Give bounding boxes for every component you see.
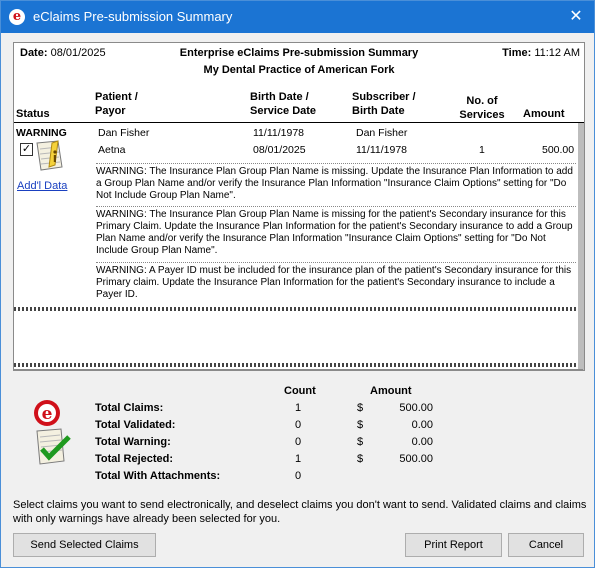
claim-warning-3: WARNING: A Payer ID must be included for… (96, 262, 576, 301)
claim-amount: 500.00 (542, 144, 575, 156)
total-validated-count: 0 (294, 419, 302, 431)
total-claims-amount: 500.00 (399, 402, 433, 414)
claim-warning-1: WARNING: The Insurance Plan Group Plan N… (96, 163, 576, 202)
addl-data-link[interactable]: Add'l Data (17, 180, 67, 192)
col-patient: Patient / Payor (95, 91, 138, 117)
claim-payor: Aetna (98, 144, 126, 156)
report-title: Enterprise eClaims Pre-submission Summar… (179, 47, 419, 59)
send-selected-claims-button[interactable]: Send Selected Claims (13, 533, 156, 557)
report-panel: Date: 08/01/2025 Time: 11:12 AM Enterpri… (13, 42, 585, 371)
practice-name: My Dental Practice of American Fork (203, 64, 395, 76)
total-warning-label: Total Warning: (95, 436, 171, 448)
eclaims-logo-icon: e (34, 400, 71, 465)
close-icon[interactable]: ✕ (562, 3, 590, 31)
total-warning-amount: 0.00 (411, 436, 433, 448)
header-divider (14, 122, 584, 123)
instructions-text: Select claims you want to send electroni… (13, 499, 587, 525)
total-attachments-label: Total With Attachments: (95, 470, 221, 482)
claim-birth-date: 11/11/1978 (253, 127, 304, 139)
total-warning-dollar: $ (357, 436, 364, 448)
claim-subscriber-birth: 11/11/1978 (356, 144, 407, 156)
list-end-separator (14, 363, 584, 367)
total-attachments-count: 0 (294, 470, 302, 482)
claim-warning-2: WARNING: The Insurance Plan Group Plan N… (96, 206, 576, 257)
claim-patient: Dan Fisher (98, 127, 150, 139)
total-rejected-count: 1 (294, 453, 302, 465)
summary-amount-header: Amount (370, 385, 412, 397)
claim-subscriber: Dan Fisher (356, 127, 408, 139)
col-subscriber: Subscriber / Birth Date (352, 91, 416, 117)
total-rejected-amount: 500.00 (399, 453, 433, 465)
row-separator (14, 307, 584, 311)
total-validated-dollar: $ (357, 419, 364, 431)
claim-select-checkbox[interactable]: ✓ (20, 143, 33, 156)
col-status: Status (16, 108, 50, 120)
claim-service-date: 08/01/2025 (253, 144, 306, 156)
summary-divider (13, 369, 583, 370)
total-claims-dollar: $ (357, 402, 364, 414)
eclaims-window: e eClaims Pre-submission Summary ✕ Date:… (0, 0, 595, 568)
eclaims-app-icon: e (9, 9, 25, 25)
vertical-scrollbar[interactable] (578, 123, 584, 370)
col-services: No. of Services (459, 95, 505, 121)
svg-text:e: e (42, 404, 53, 424)
total-warning-count: 0 (294, 436, 302, 448)
total-claims-count: 1 (294, 402, 302, 414)
title-bar: e eClaims Pre-submission Summary ✕ (1, 1, 594, 33)
total-claims-label: Total Claims: (95, 402, 164, 414)
print-report-button[interactable]: Print Report (405, 533, 502, 557)
cancel-button[interactable]: Cancel (508, 533, 584, 557)
window-title: eClaims Pre-submission Summary (33, 9, 233, 24)
warning-note-icon (36, 140, 63, 171)
claim-services: 1 (479, 144, 485, 156)
col-birth-service: Birth Date / Service Date (250, 91, 317, 117)
total-validated-amount: 0.00 (411, 419, 433, 431)
total-rejected-label: Total Rejected: (95, 453, 174, 465)
total-rejected-dollar: $ (357, 453, 364, 465)
summary-count-header: Count (284, 385, 316, 397)
total-validated-label: Total Validated: (95, 419, 176, 431)
col-amount: Amount (523, 108, 565, 120)
